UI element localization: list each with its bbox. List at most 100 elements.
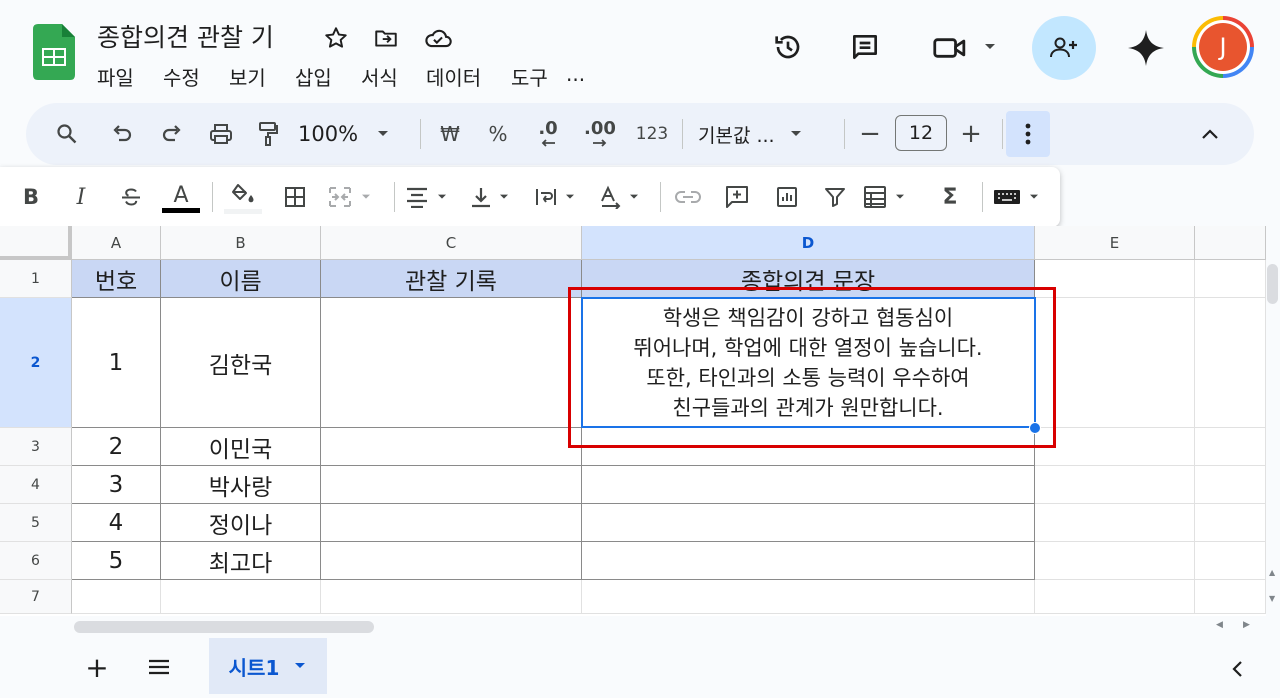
cell-a6[interactable]: 5 [72,542,161,580]
cell-a7[interactable] [72,580,161,614]
cell-b4[interactable]: 박사랑 [161,466,321,504]
cell-c4[interactable] [321,466,582,504]
strikethrough-icon[interactable] [112,179,150,215]
menu-edit[interactable]: 수정 [163,62,200,91]
cell-d4[interactable] [582,466,1035,504]
functions-button[interactable]: Σ [930,179,970,215]
paint-format-icon[interactable] [250,117,286,151]
row-header-7[interactable]: 7 [0,580,72,614]
scroll-down-icon[interactable]: ▼ [1269,594,1275,603]
cell-c1[interactable]: 관찰 기록 [321,260,582,298]
bold-button[interactable]: B [12,179,50,215]
more-formats-button[interactable]: 123 [630,117,674,151]
document-title[interactable]: 종합의견 관찰 기 [97,18,274,54]
cell-b1[interactable]: 이름 [161,260,321,298]
print-icon[interactable] [202,117,240,151]
vertical-scroll-thumb[interactable] [1267,264,1278,304]
horizontal-scrollbar[interactable]: ◀ ▶ [0,616,1266,638]
cell-d6[interactable] [582,542,1035,580]
merge-cells-icon[interactable] [326,179,388,215]
cell-f4[interactable] [1195,466,1266,504]
scroll-left-icon[interactable]: ◀ [1216,620,1223,630]
column-header-c[interactable]: C [321,226,582,260]
horizontal-align-icon[interactable] [404,179,460,215]
add-sheet-button[interactable]: + [80,650,114,684]
cell-d7[interactable] [582,580,1035,614]
column-header-a[interactable]: A [72,226,161,260]
input-tools-icon[interactable] [992,179,1054,215]
text-wrapping-icon[interactable] [534,179,590,215]
menu-tools[interactable]: 도구 [511,62,548,91]
formula-bar[interactable] [1060,180,1280,220]
row-header-3[interactable]: 3 [0,428,72,466]
font-family-select[interactable]: 기본값 ... [698,117,826,151]
format-percent-button[interactable]: % [480,117,516,151]
row-header-1[interactable]: 1 [0,260,72,298]
account-avatar[interactable]: J [1192,16,1254,78]
row-header-6[interactable]: 6 [0,542,72,580]
cell-b3[interactable]: 이민국 [161,428,321,466]
cell-a1[interactable]: 번호 [72,260,161,298]
insert-link-icon[interactable] [668,179,708,215]
undo-icon[interactable] [104,117,140,151]
cell-a5[interactable]: 4 [72,504,161,542]
cell-c2[interactable] [321,298,582,428]
cell-b7[interactable] [161,580,321,614]
meet-call-icon[interactable] [930,31,970,65]
hide-menus-button[interactable] [1192,117,1228,151]
cell-f2[interactable] [1195,298,1266,428]
cell-f3[interactable] [1195,428,1266,466]
cell-a3[interactable]: 2 [72,428,161,466]
insert-comment-icon[interactable] [716,179,758,215]
vertical-scrollbar[interactable]: ▲ ▼ [1266,226,1280,638]
menu-data[interactable]: 데이터 [426,62,481,91]
cell-c7[interactable] [321,580,582,614]
scroll-right-icon[interactable]: ▶ [1243,620,1250,630]
cell-d5[interactable] [582,504,1035,542]
insert-chart-icon[interactable] [766,179,808,215]
search-menus-icon[interactable] [46,117,88,151]
cell-e3[interactable] [1035,428,1195,466]
row-header-2[interactable]: 2 [0,298,72,428]
cloud-saved-icon[interactable] [423,24,453,52]
column-header-d[interactable]: D [582,226,1035,260]
cell-e2[interactable] [1035,298,1195,428]
spreadsheet-grid[interactable]: A B C D E 1 2 3 4 5 6 7 번호 이름 관찰 기록 종합의견… [0,226,1266,616]
text-color-button[interactable]: A [160,177,202,219]
text-rotation-icon[interactable] [598,179,654,215]
font-size-input[interactable]: 12 [895,115,947,151]
column-header-e[interactable]: E [1035,226,1195,260]
cell-e1[interactable] [1035,260,1195,298]
filter-icon[interactable] [814,179,856,215]
decrease-decimal-button[interactable]: .0 [528,115,568,153]
horizontal-scroll-thumb[interactable] [74,621,374,633]
share-button[interactable] [1032,16,1096,80]
column-header-b[interactable]: B [161,226,321,260]
version-history-icon[interactable] [770,29,806,65]
menu-format[interactable]: 서식 [361,62,398,91]
cell-c3[interactable] [321,428,582,466]
cell-f7[interactable] [1195,580,1266,614]
italic-button[interactable]: I [62,179,100,215]
row-header-5[interactable]: 5 [0,504,72,542]
zoom-select[interactable]: 100% [298,117,408,151]
sheets-logo[interactable] [33,24,75,80]
meet-dropdown-icon[interactable] [981,38,999,56]
cell-c6[interactable] [321,542,582,580]
cell-b2[interactable]: 김한국 [161,298,321,428]
move-folder-icon[interactable] [372,24,400,52]
cell-e6[interactable] [1035,542,1195,580]
select-all-corner[interactable] [0,226,72,260]
cell-b5[interactable]: 정이나 [161,504,321,542]
borders-icon[interactable] [274,179,316,215]
more-options-button[interactable] [1006,111,1050,157]
collapse-sidebar-icon[interactable] [1222,654,1252,684]
cell-c5[interactable] [321,504,582,542]
menu-file[interactable]: 파일 [97,62,134,91]
cell-e7[interactable] [1035,580,1195,614]
menu-view[interactable]: 보기 [229,62,266,91]
menu-more[interactable]: ... [566,62,585,86]
font-size-decrease-button[interactable]: − [854,117,886,151]
scroll-up-icon[interactable]: ▲ [1269,568,1275,577]
menu-insert[interactable]: 삽입 [295,62,332,91]
